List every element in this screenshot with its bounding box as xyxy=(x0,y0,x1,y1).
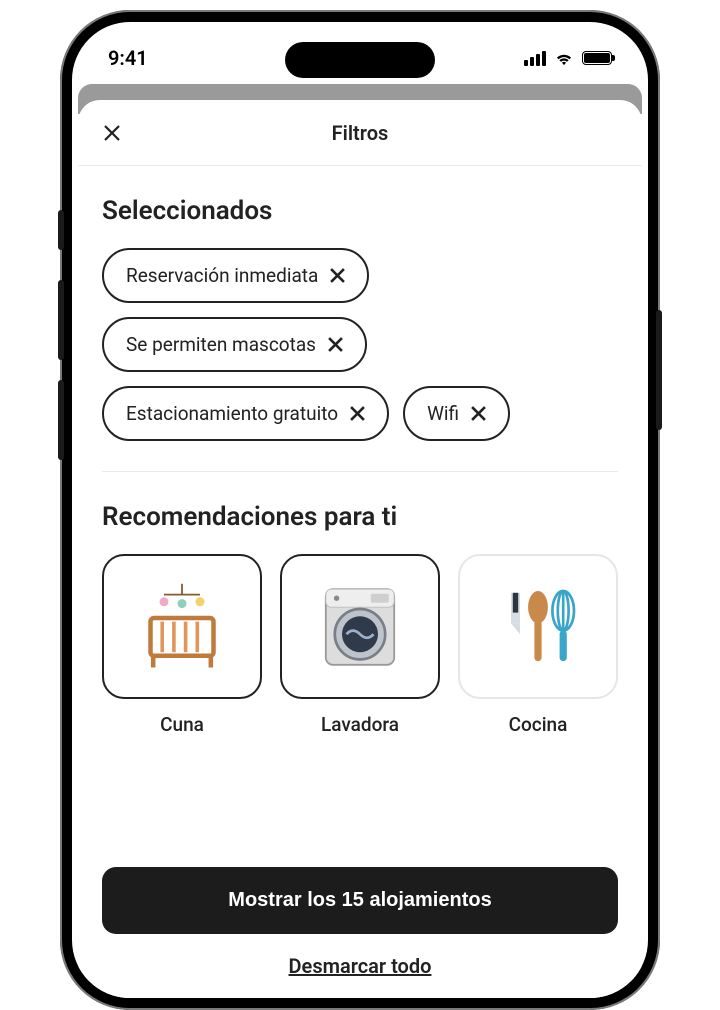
status-time: 9:41 xyxy=(108,46,148,70)
crib-icon xyxy=(137,582,227,672)
chip-remove-icon[interactable] xyxy=(471,406,486,421)
recommended-section-title: Recomendaciones para ti xyxy=(102,502,618,532)
clear-all-link[interactable]: Desmarcar todo xyxy=(102,954,618,978)
phone-frame: 9:41 xyxy=(60,10,660,1010)
selected-chips: Reservación inmediata Se permiten mascot… xyxy=(102,248,618,441)
phone-volume-up xyxy=(58,280,64,360)
sheet-title: Filtros xyxy=(332,121,389,145)
section-divider xyxy=(102,471,618,472)
close-button[interactable] xyxy=(98,119,126,147)
card-label: Lavadora xyxy=(321,713,399,736)
chip-label: Estacionamiento gratuito xyxy=(126,402,338,425)
recommend-card-crib[interactable] xyxy=(102,554,262,699)
phone-screen: 9:41 xyxy=(72,22,648,998)
filter-chip-wifi[interactable]: Wifi xyxy=(403,386,510,441)
card-label: Cocina xyxy=(509,713,568,736)
chip-label: Se permiten mascotas xyxy=(126,333,316,356)
filter-chip-pets-allowed[interactable]: Se permiten mascotas xyxy=(102,317,367,372)
sheet-footer: Mostrar los 15 alojamientos Desmarcar to… xyxy=(78,837,642,998)
wifi-icon xyxy=(554,51,574,66)
filter-chip-free-parking[interactable]: Estacionamiento gratuito xyxy=(102,386,389,441)
kitchen-icon xyxy=(493,582,583,672)
phone-mute-switch xyxy=(58,210,64,250)
chip-remove-icon[interactable] xyxy=(350,406,365,421)
recommend-card-washer[interactable] xyxy=(280,554,440,699)
dynamic-island xyxy=(285,42,435,78)
chip-label: Reservación inmediata xyxy=(126,264,318,287)
chip-label: Wifi xyxy=(427,402,459,425)
card-label: Cuna xyxy=(160,713,204,736)
recommend-card-kitchen[interactable] xyxy=(458,554,618,699)
filter-chip-instant-book[interactable]: Reservación inmediata xyxy=(102,248,369,303)
filters-sheet: Filtros Seleccionados Reservación inmedi… xyxy=(78,100,642,998)
selected-section-title: Seleccionados xyxy=(102,196,618,226)
recommended-cards: Cuna xyxy=(102,554,618,736)
sheet-header: Filtros xyxy=(78,100,642,166)
close-icon xyxy=(102,123,122,143)
battery-icon xyxy=(582,51,612,65)
phone-volume-down xyxy=(58,380,64,460)
phone-power-button xyxy=(656,310,662,430)
washer-icon xyxy=(315,582,405,672)
chip-remove-icon[interactable] xyxy=(328,337,343,352)
show-listings-button[interactable]: Mostrar los 15 alojamientos xyxy=(102,867,618,934)
cellular-signal-icon xyxy=(524,51,546,66)
chip-remove-icon[interactable] xyxy=(330,268,345,283)
